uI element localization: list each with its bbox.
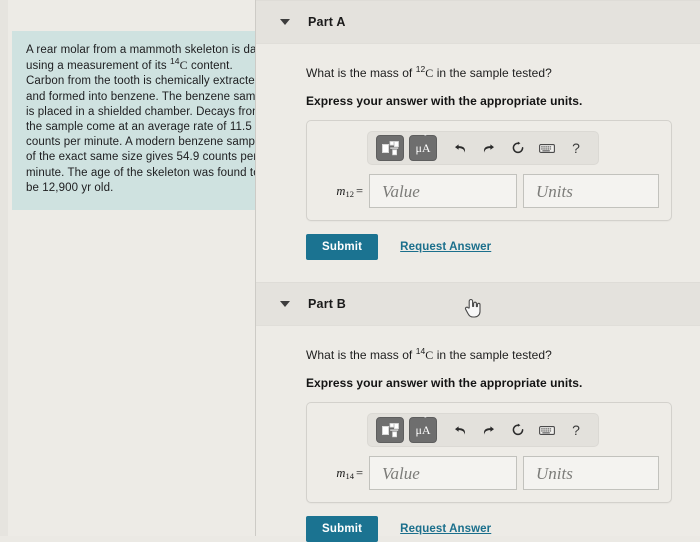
part-a-question: What is the mass of 12C in the sample te…	[306, 64, 672, 81]
part-b-title: Part B	[308, 297, 347, 311]
part-b-instruction: Express your answer with the appropriate…	[306, 376, 583, 390]
help-icon-label: ?	[572, 140, 580, 156]
units-mu-angstrom-icon[interactable]: μA	[409, 135, 437, 161]
part-b-equals-sign: =	[355, 465, 363, 480]
reset-icon[interactable]	[505, 136, 531, 160]
reset-icon[interactable]	[505, 418, 531, 442]
problem-panel: A rear molar from a mammoth skeleton is …	[0, 0, 288, 536]
part-b-input-row: m14 = Value Units	[319, 456, 659, 490]
undo-icon[interactable]	[447, 418, 473, 442]
part-b-variable-label: m14 =	[319, 466, 369, 481]
part-b-block: Part B What is the mass of 14C in the sa…	[256, 282, 700, 542]
part-a-instruction: Express your answer with the appropriate…	[306, 94, 583, 108]
part-a-variable-subscript: 12	[345, 188, 354, 199]
answer-panel: Part A What is the mass of 12C in the sa…	[256, 0, 700, 542]
part-b-answer-box: μA	[306, 402, 672, 503]
help-icon[interactable]: ?	[563, 418, 589, 442]
keyboard-icon[interactable]	[534, 418, 560, 442]
redo-icon[interactable]	[476, 418, 502, 442]
page-root: A rear molar from a mammoth skeleton is …	[0, 0, 700, 542]
part-b-variable-subscript: 14	[345, 470, 354, 481]
isotope-superscript: 14	[169, 56, 180, 67]
part-a-isotope-superscript: 12	[415, 64, 426, 74]
isotope-element: C	[179, 58, 188, 73]
part-b-units-placeholder: Units	[536, 463, 573, 483]
part-a-header[interactable]: Part A	[256, 0, 700, 44]
units-mu-angstrom-label: μA	[415, 424, 430, 436]
help-icon-label: ?	[572, 422, 580, 438]
math-template-icon[interactable]	[376, 417, 404, 443]
part-b-value-input[interactable]: Value	[369, 456, 517, 490]
panel-edge-strip	[0, 0, 8, 536]
part-b-toolbar: μA	[367, 413, 599, 447]
part-b-question-pre: What is the mass of	[306, 348, 416, 362]
problem-rest-text: from the tooth is chemically extracted a…	[26, 75, 272, 194]
part-a-submit-button[interactable]: Submit	[306, 234, 379, 260]
units-mu-angstrom-label: μA	[415, 142, 430, 154]
part-a-input-row: m12 = Value Units	[319, 174, 659, 208]
math-template-icon[interactable]	[376, 135, 404, 161]
part-b-header[interactable]: Part B	[256, 282, 700, 326]
part-a-question-pre: What is the mass of	[306, 66, 416, 80]
part-a-question-post: in the sample tested?	[433, 66, 552, 80]
redo-icon[interactable]	[476, 136, 502, 160]
part-a-request-answer-link[interactable]: Request Answer	[400, 241, 491, 253]
problem-statement-text: A rear molar from a mammoth skeleton is …	[26, 43, 274, 196]
part-b-actions: Submit Request Answer	[306, 516, 672, 542]
keyboard-icon[interactable]	[534, 136, 560, 160]
part-a-block: Part A What is the mass of 12C in the sa…	[256, 0, 700, 260]
part-a-answer-box: μA	[306, 120, 672, 221]
part-b-question-post: in the sample tested?	[433, 348, 552, 362]
part-b-submit-button[interactable]: Submit	[306, 516, 379, 542]
part-b-units-input[interactable]: Units	[523, 456, 659, 490]
part-a-toolbar: μA	[367, 131, 599, 165]
part-a-actions: Submit Request Answer	[306, 234, 672, 260]
part-a-title: Part A	[308, 15, 346, 29]
part-b-body: What is the mass of 14C in the sample te…	[256, 326, 700, 542]
part-a-value-placeholder: Value	[382, 181, 420, 201]
part-a-equals-sign: =	[355, 183, 363, 198]
problem-statement-card: A rear molar from a mammoth skeleton is …	[12, 31, 288, 211]
part-a-units-placeholder: Units	[536, 181, 573, 201]
units-mu-angstrom-icon[interactable]: μA	[409, 417, 437, 443]
help-icon[interactable]: ?	[563, 136, 589, 160]
chevron-down-icon[interactable]	[280, 301, 290, 307]
part-a-body: What is the mass of 12C in the sample te…	[256, 44, 700, 260]
problem-line-2-pre: using a measurement of its	[26, 60, 170, 73]
part-b-value-placeholder: Value	[382, 463, 420, 483]
undo-icon[interactable]	[447, 136, 473, 160]
part-a-units-input[interactable]: Units	[523, 174, 659, 208]
part-b-isotope-superscript: 14	[415, 346, 426, 356]
problem-line-1: A rear molar from a mammoth skeleton is …	[26, 44, 273, 56]
part-a-value-input[interactable]: Value	[369, 174, 517, 208]
chevron-down-icon[interactable]	[280, 19, 290, 25]
part-a-variable-label: m12 =	[319, 184, 369, 199]
part-b-request-answer-link[interactable]: Request Answer	[400, 523, 491, 535]
part-b-question: What is the mass of 14C in the sample te…	[306, 346, 672, 363]
